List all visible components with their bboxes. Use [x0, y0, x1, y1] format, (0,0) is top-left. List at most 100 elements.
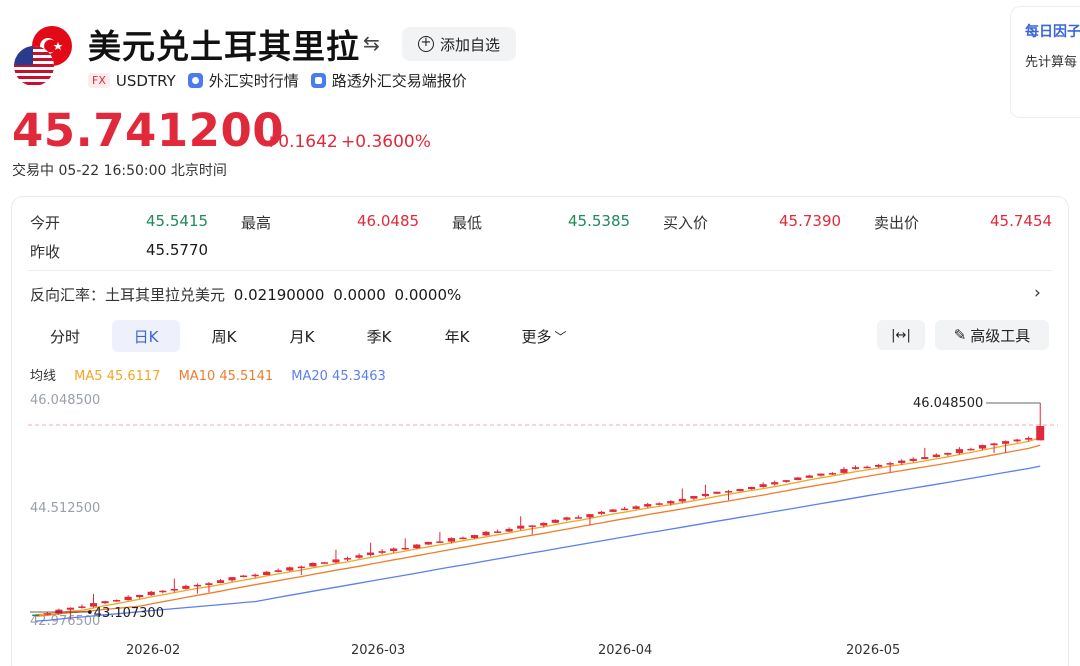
high-label: 最高 — [241, 214, 272, 232]
open-label: 今开 — [30, 214, 61, 232]
candle-body — [228, 577, 236, 581]
low-value: 45.5385 — [568, 212, 631, 230]
candle-body — [505, 528, 513, 532]
candle-body — [701, 493, 709, 497]
candle-body — [851, 467, 860, 469]
x-axis-tick-label: 2026-03 — [351, 643, 405, 658]
candle-body — [124, 596, 132, 601]
candle-body — [1002, 441, 1010, 444]
realtime-quote-link[interactable]: 外汇实时行情 — [209, 70, 299, 91]
candle-body — [586, 514, 594, 518]
y-axis-tick-label: 44.512500 — [30, 501, 100, 516]
tab-daily-k[interactable]: 日K — [112, 320, 180, 352]
candle-body — [1025, 437, 1033, 440]
candle-body — [886, 463, 894, 465]
candle-body — [355, 555, 363, 558]
tab-more-label: 更多 — [521, 327, 552, 346]
symbol-code: USDTRY — [115, 71, 176, 90]
daily-factor-card[interactable]: 每日因子 先计算每 — [1010, 6, 1080, 118]
ask-value: 45.7454 — [990, 212, 1053, 230]
advanced-tools-button[interactable]: ✎ 高级工具 — [935, 320, 1049, 350]
price-change-percent: +0.3600% — [341, 132, 431, 152]
candle-body — [470, 535, 479, 538]
candle-body — [632, 506, 640, 509]
plus-circle-icon: + — [417, 36, 434, 52]
x-axis-tick-label: 2026-04 — [598, 643, 652, 658]
bid-value: 45.7390 — [779, 212, 842, 230]
add-watchlist-button[interactable]: + 添加自选 — [402, 27, 516, 61]
tab-weekly-k[interactable]: 周K — [190, 320, 258, 352]
swap-pair-icon[interactable]: ⇆ — [363, 31, 380, 55]
candle-body — [240, 575, 248, 578]
candle-body — [367, 552, 375, 555]
candle-body — [55, 609, 63, 614]
candle-body — [782, 480, 790, 482]
candle-body — [967, 448, 975, 451]
currency-pair-flag-icon — [12, 24, 76, 90]
candle-body — [1036, 426, 1045, 441]
candle-body — [655, 503, 663, 505]
ma-legend: 均线 MA5 45.6117 MA10 45.5141 MA20 45.3463 — [30, 365, 400, 384]
realtime-quote-icon — [187, 73, 203, 88]
ma-legend-label: 均线 — [30, 369, 57, 384]
tab-intraday[interactable]: 分时 — [30, 320, 100, 352]
candle-body — [597, 511, 606, 514]
prev-close-label: 昨收 — [30, 243, 61, 261]
reverse-rate-label: 反向汇率：土耳其里拉兑美元 — [30, 286, 226, 304]
fit-width-icon: |↔| — [891, 327, 911, 343]
reuters-quote-icon — [310, 73, 326, 88]
tab-more[interactable]: 更多 ﹀ — [510, 320, 578, 352]
tab-quarterly-k[interactable]: 季K — [345, 320, 413, 352]
candle-body — [932, 454, 940, 458]
reverse-rate-row[interactable]: 反向汇率：土耳其里拉兑美元 0.02190000 0.0000 0.0000% — [30, 284, 461, 305]
candle-body — [136, 594, 144, 598]
fit-chart-button[interactable]: |↔| — [877, 320, 925, 350]
candle-body — [551, 519, 559, 523]
candle-body — [990, 443, 998, 446]
daily-factor-title: 每日因子 — [1025, 24, 1080, 40]
candle-body — [667, 501, 675, 504]
candle-body — [609, 509, 617, 512]
candle-body — [805, 475, 813, 478]
candle-body — [921, 457, 929, 460]
candle-body — [378, 551, 386, 553]
candle-body — [621, 508, 629, 511]
symbol-row: FX USDTRY 外汇实时行情 路透外汇交易端报价 — [88, 70, 467, 91]
candle-body — [205, 583, 213, 586]
candle-body — [540, 522, 548, 526]
ma10-legend: MA10 45.5141 — [178, 369, 274, 384]
candle-body — [286, 567, 294, 571]
reverse-rate-change: 0.0000 — [333, 286, 386, 304]
candle-body — [863, 466, 871, 469]
kline-chart-svg[interactable]: 46.04850044.51250042.97650046.048500•43.… — [28, 390, 1058, 666]
chevron-right-icon[interactable]: › — [1034, 283, 1041, 303]
candle-body — [690, 496, 698, 499]
low-label: 最低 — [452, 214, 483, 232]
candle-body — [251, 574, 259, 577]
kline-chart[interactable]: 46.048500 44.512500 42.976500 46.048500 •43.… — [28, 390, 1058, 666]
bid-label: 买入价 — [663, 214, 709, 232]
candle-body — [794, 477, 802, 481]
candle-body — [309, 562, 317, 567]
candle-body — [320, 562, 328, 564]
x-axis-tick-label: 2026-05 — [846, 643, 900, 658]
candle-body — [413, 544, 421, 549]
candle-body — [32, 614, 40, 617]
ma20-legend: MA20 45.3463 — [291, 369, 386, 384]
candle-body — [447, 538, 455, 542]
candle-body — [1013, 439, 1021, 442]
candle-body — [771, 482, 779, 485]
candle-body — [66, 607, 74, 610]
reuters-quote-link[interactable]: 路透外汇交易端报价 — [332, 70, 467, 91]
tab-yearly-k[interactable]: 年K — [423, 320, 491, 352]
candle-body — [909, 458, 917, 461]
candle-body — [390, 548, 398, 552]
candle-body — [401, 547, 409, 550]
high-value: 46.0485 — [357, 212, 420, 230]
x-axis-tick-label: 2026-02 — [126, 643, 180, 658]
tab-monthly-k[interactable]: 月K — [268, 320, 336, 352]
draw-tool-icon: ✎ — [953, 326, 967, 344]
candle-body — [216, 580, 225, 583]
candle-body — [43, 613, 51, 615]
max-price-label: 46.048500 — [913, 396, 983, 411]
